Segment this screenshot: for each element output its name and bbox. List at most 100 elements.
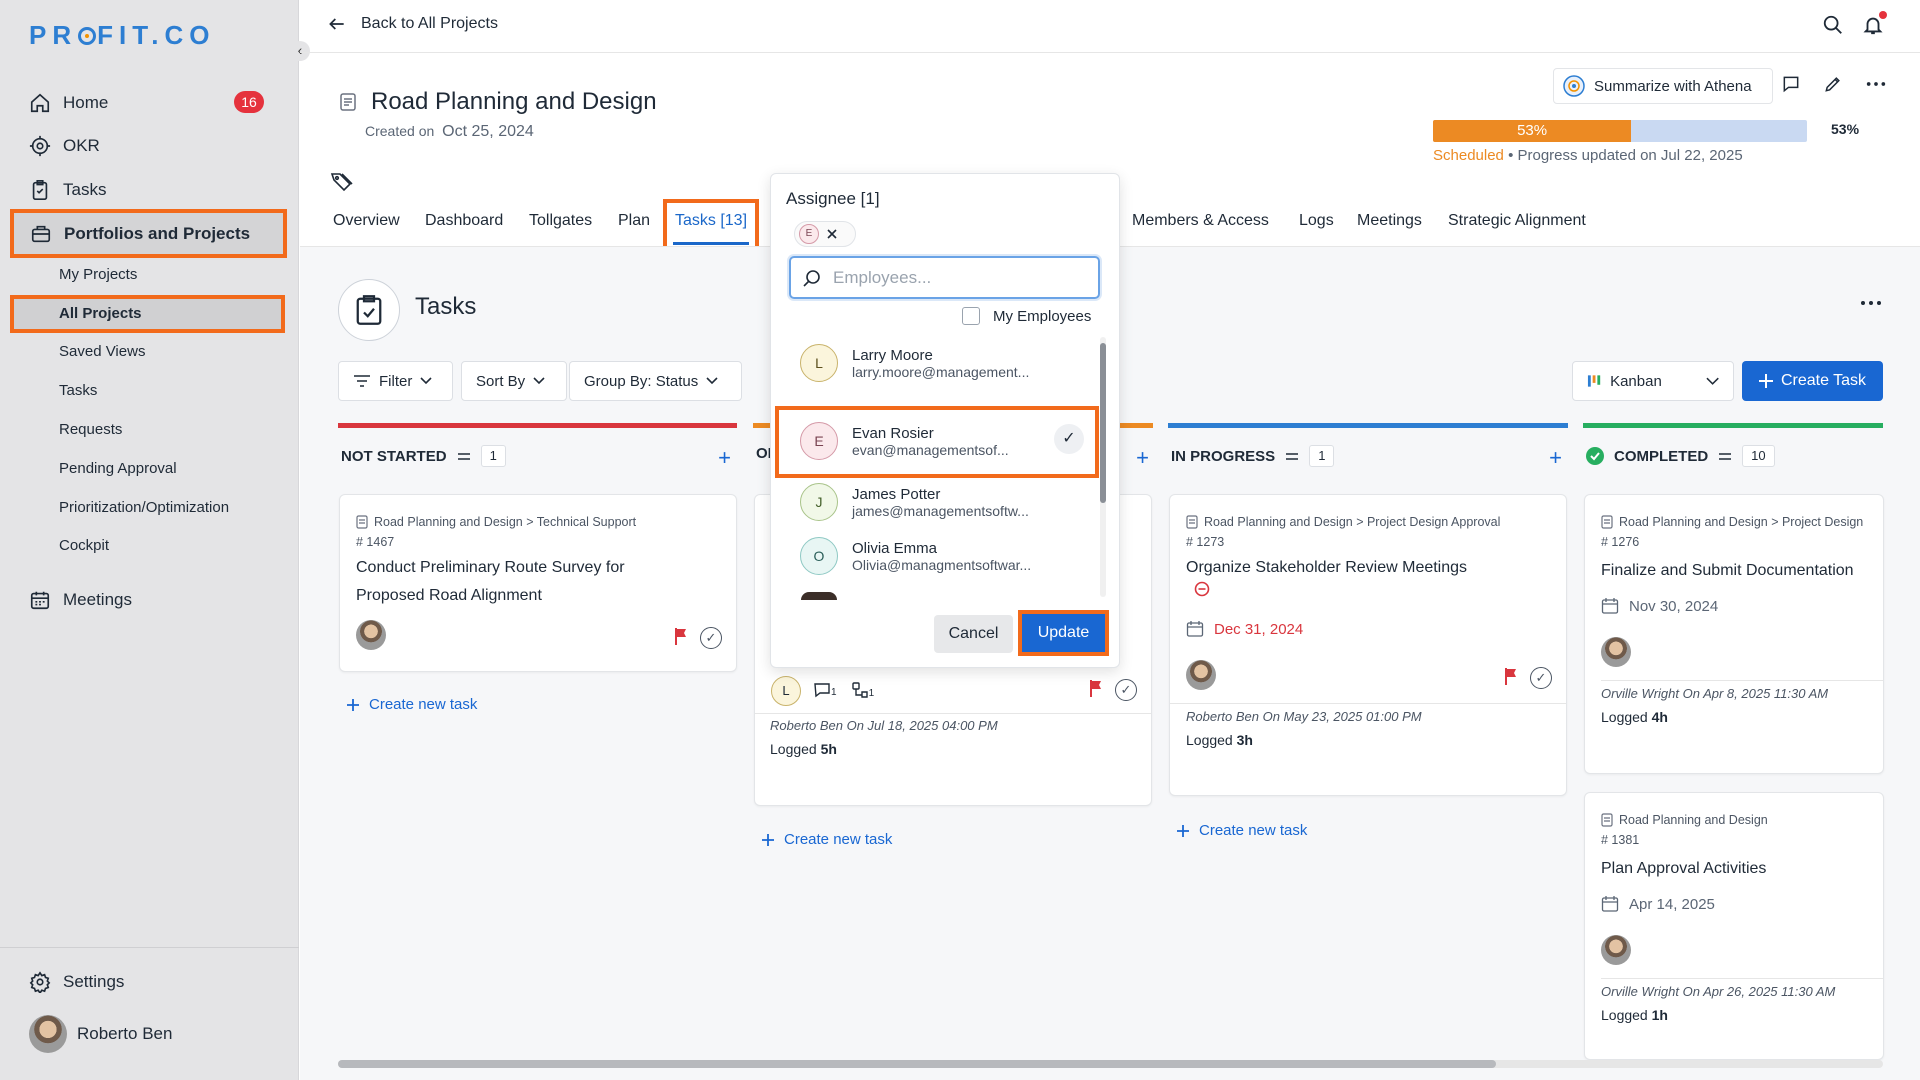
progress-bar: 53% [1433,120,1807,142]
nav-settings[interactable]: Settings [29,971,124,993]
task-card-1273[interactable]: Road Planning and Design > Project Desig… [1169,494,1567,796]
employee-search-input[interactable] [833,267,1083,288]
employee-option[interactable]: J James Potter james@managementsoftw... [800,483,1029,521]
sub-saved-views[interactable]: Saved Views [59,343,145,360]
assignee-avatar[interactable] [1601,935,1631,965]
nav-okr[interactable]: OKR [29,135,100,157]
create-task-button[interactable]: Create Task [1742,361,1883,401]
back-to-all-projects[interactable]: Back to All Projects [327,14,498,34]
create-new-task-link[interactable]: Create new task [347,696,477,713]
flag-icon[interactable] [674,627,688,645]
tag-icon[interactable] [330,172,354,192]
assignee-popover: Assignee [1] E My Employees L Larry Moor… [770,173,1120,668]
nav-home[interactable]: Home [29,92,108,114]
check-circle-icon [1586,447,1604,465]
popover-scrollbar-thumb[interactable] [1100,343,1106,503]
nav-portfolios[interactable]: Portfolios and Projects [10,209,287,258]
tab-plan[interactable]: Plan [618,212,650,230]
sub-all-projects[interactable]: All Projects [10,295,285,333]
summarize-athena-button[interactable]: Summarize with Athena [1553,68,1773,104]
assignee-avatar[interactable] [1186,660,1216,690]
employee-option[interactable]: L Larry Moore larry.moore@management... [800,344,1029,382]
logged-label: Logged [1601,1007,1648,1023]
flag-icon[interactable] [1504,667,1518,685]
tab-dashboard[interactable]: Dashboard [425,212,503,230]
user-avatar [29,1015,67,1053]
update-button[interactable]: Update [1018,610,1109,656]
employee-option[interactable]: O Olivia Emma Olivia@managmentsoftwar... [800,537,1031,575]
logged-value: 3h [1236,732,1253,748]
cancel-button[interactable]: Cancel [934,615,1013,653]
nav-tasks[interactable]: Tasks [29,179,106,201]
tab-meetings[interactable]: Meetings [1357,212,1422,230]
tab-tasks[interactable]: Tasks [13] [663,199,759,253]
task-card-1467[interactable]: Road Planning and Design > Technical Sup… [339,494,737,672]
complete-check-icon[interactable]: ✓ [1530,667,1552,689]
create-new-task-link[interactable]: Create new task [1177,822,1307,839]
tasks-more-button[interactable] [1860,290,1882,313]
add-task-plus[interactable]: + [718,445,731,471]
assignee-avatar[interactable]: L [771,676,801,706]
clipboard-icon [32,180,48,200]
add-task-plus[interactable]: + [1549,445,1562,471]
assignee-avatar[interactable] [356,620,386,650]
card-divider [1601,978,1883,979]
card-divider [755,713,1151,714]
complete-check-icon[interactable]: ✓ [700,627,722,649]
chevron-down-icon [1706,377,1719,385]
create-new-label: Create new task [1199,822,1308,839]
comments-count[interactable]: 1 [813,682,837,698]
sub-prioritization[interactable]: Prioritization/Optimization [59,499,229,516]
plus-icon [347,698,359,711]
tab-strategic-alignment[interactable]: Strategic Alignment [1448,212,1586,230]
column-in-progress: IN PROGRESS 1 + [1168,423,1568,470]
complete-check-icon[interactable]: ✓ [1115,679,1137,701]
user-profile[interactable]: Roberto Ben [29,1015,172,1053]
subtasks-count[interactable]: 1 [851,681,874,699]
tab-overview[interactable]: Overview [333,212,400,230]
tab-logs[interactable]: Logs [1299,212,1334,230]
sort-by-button[interactable]: Sort By [461,361,567,401]
task-number: # 1381 [1601,833,1640,847]
tab-tollgates[interactable]: Tollgates [529,212,592,230]
close-icon[interactable] [827,229,837,239]
assignee-avatar[interactable] [1601,637,1631,667]
more-icon[interactable] [1865,74,1887,94]
horizontal-scrollbar[interactable] [338,1060,1883,1068]
filter-button[interactable]: Filter [338,361,453,401]
task-card-1276[interactable]: Road Planning and Design > Project Desig… [1584,494,1884,774]
progress-percent: 53% [1831,121,1860,137]
profitco-logo[interactable]: PR FIT.CO [29,20,215,51]
my-employees-checkbox[interactable] [962,307,980,325]
employee-option-selected[interactable]: E Evan Rosier evan@managementsof... ✓ [775,406,1099,478]
sub-pending-approval[interactable]: Pending Approval [59,460,177,477]
group-by-button[interactable]: Group By: Status [569,361,742,401]
card-breadcrumb-text: Road Planning and Design [1619,813,1768,827]
notifications-button[interactable] [1862,11,1887,41]
view-select[interactable]: Kanban [1572,361,1734,401]
status-scheduled: Scheduled [1433,147,1504,164]
scrollbar-thumb[interactable] [338,1060,1496,1068]
popover-scrollbar[interactable] [1100,337,1106,597]
plus-icon [1177,824,1189,837]
user-name: Roberto Ben [77,1024,173,1043]
add-task-plus[interactable]: + [1136,445,1149,471]
my-employees-option[interactable]: My Employees [962,307,1091,325]
logged-value: 4h [1651,709,1668,725]
search-icon[interactable] [1822,14,1844,36]
sub-my-projects[interactable]: My Projects [59,266,137,283]
create-new-task-link[interactable]: Create new task [762,831,892,848]
edit-icon[interactable] [1823,74,1843,94]
collapse-sidebar-button[interactable]: ‹ [290,41,310,61]
sub-requests[interactable]: Requests [59,421,122,438]
checkmark-icon: ✓ [1054,424,1084,454]
notification-dot [1879,11,1887,19]
sub-tasks[interactable]: Tasks [59,382,97,399]
card-meta: 1 1 [813,681,874,699]
nav-meetings[interactable]: Meetings [29,589,132,611]
task-card-1381[interactable]: Road Planning and Design # 1381 Plan App… [1584,792,1884,1060]
sub-cockpit[interactable]: Cockpit [59,537,109,554]
comment-icon[interactable] [1781,74,1801,94]
tab-members-access[interactable]: Members & Access [1132,212,1269,230]
flag-icon[interactable] [1089,679,1103,697]
